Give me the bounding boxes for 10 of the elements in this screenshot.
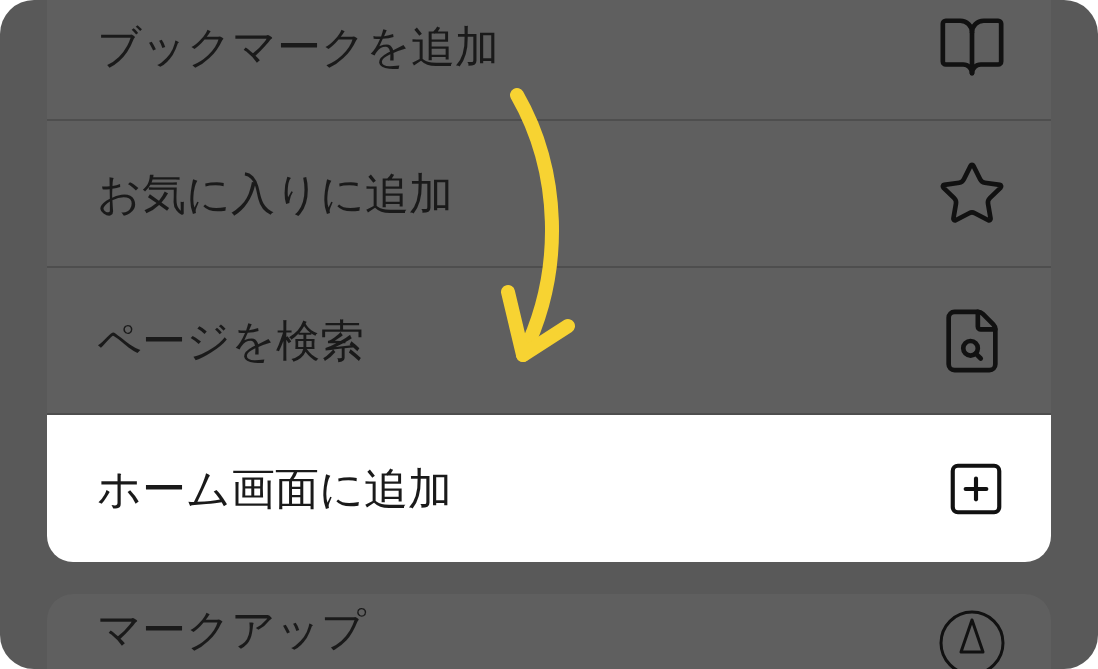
menu-item-label: お気に入りに追加 <box>97 171 453 216</box>
menu-item[interactable]: お気に入りに追加 <box>47 121 1051 268</box>
menu-item-label: マークアップ <box>97 608 366 652</box>
menu-item[interactable]: ページを検索 <box>47 268 1051 415</box>
menu-item-label: ブックマークを追加 <box>97 24 499 69</box>
menu-item-label: ページを検索 <box>97 318 364 363</box>
menu-item-label: ホーム画面に追加 <box>97 466 452 511</box>
menu-item[interactable]: ブックマークを追加 <box>47 0 1051 121</box>
menu-item[interactable]: マークアップ <box>47 594 1051 669</box>
menu-item[interactable]: ホーム画面に追加 <box>47 415 1051 562</box>
